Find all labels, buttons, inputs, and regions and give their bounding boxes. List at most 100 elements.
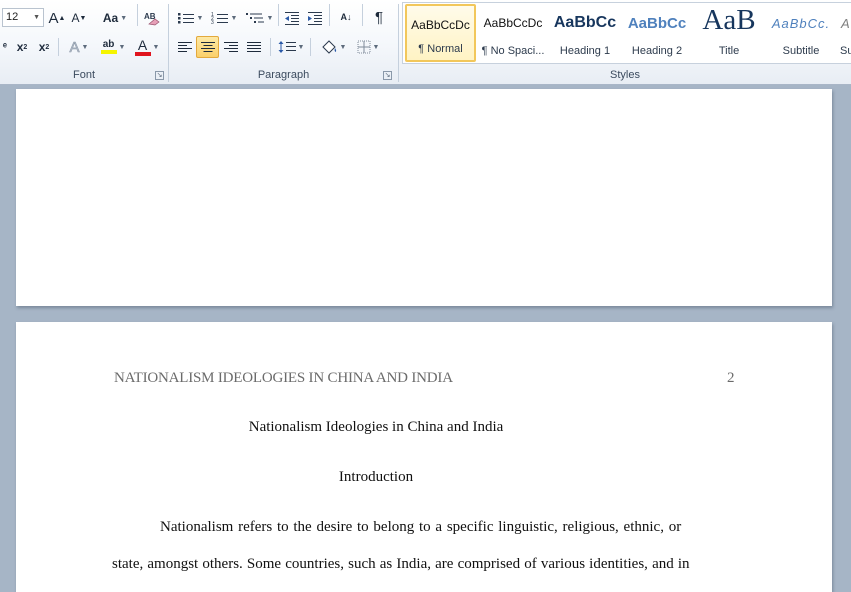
borders-button[interactable]: ▼ [353, 37, 383, 57]
style-name: Heading 1 [559, 45, 611, 57]
align-left-button[interactable] [175, 37, 195, 57]
bullets-button[interactable]: ▼ [175, 8, 205, 28]
font-color-button[interactable]: A ▼ [132, 37, 162, 57]
grow-font-icon: A [48, 9, 59, 27]
strikethrough-button[interactable]: ᵉ [0, 37, 10, 57]
font-color-icon: A [137, 36, 148, 53]
increase-indent-button[interactable] [305, 8, 325, 28]
style-normal[interactable]: AaBbCcDc ¶ Normal [405, 4, 476, 62]
subscript-button[interactable]: x2 [13, 37, 31, 57]
style-sample: AaBbCcDc [411, 18, 470, 32]
divider [329, 4, 330, 26]
style-no-spacing[interactable]: AaBbCcDc ¶ No Spaci... [478, 4, 548, 62]
font-dialog-launcher-icon[interactable]: ↘ [155, 71, 164, 80]
align-right-button[interactable] [221, 37, 241, 57]
multilevel-list-button[interactable]: ▼ [243, 8, 275, 28]
subscript-icon: x [16, 40, 24, 54]
align-center-icon [200, 42, 215, 52]
decrease-indent-button[interactable] [282, 8, 302, 28]
font-color-swatch [134, 51, 151, 56]
align-center-button[interactable] [196, 36, 219, 58]
multilevel-list-icon [245, 13, 264, 23]
style-sample: A [841, 16, 850, 31]
line-spacing-button[interactable]: ▼ [276, 37, 306, 57]
style-subtle-emphasis[interactable]: A Su [838, 4, 851, 62]
border-grid-icon [357, 40, 371, 54]
divider [270, 38, 271, 56]
style-heading-1[interactable]: AaBbCc Heading 1 [550, 4, 620, 62]
section-heading: Introduction [338, 469, 414, 485]
shading-button[interactable]: ▼ [317, 37, 349, 57]
shrink-font-icon: A [71, 11, 80, 25]
font-size-combo[interactable]: 12 ▼ [2, 8, 44, 27]
clear-formatting-button[interactable]: AB [141, 8, 163, 28]
superscript-button[interactable]: x2 [35, 37, 53, 57]
style-name: Subtitle [782, 45, 820, 57]
paragraph-dialog-launcher-icon[interactable]: ↘ [383, 71, 392, 80]
style-title[interactable]: AaB Title [694, 4, 764, 62]
clear-formatting-icon: AB [144, 12, 160, 26]
strikethrough-icon: ᵉ [2, 41, 8, 53]
divider [137, 4, 138, 26]
paint-bucket-icon [321, 40, 336, 54]
divider [278, 4, 279, 26]
change-case-icon: Aa [102, 11, 119, 25]
pilcrow-icon: ¶ [374, 8, 384, 26]
change-case-button[interactable]: Aa ▼ [100, 8, 130, 28]
style-sample: AaBbCc [553, 14, 617, 31]
numbering-button[interactable]: 1 2 3 ▼ [209, 8, 239, 28]
highlight-button[interactable]: ab ▼ [97, 37, 129, 57]
style-name: ¶ Normal [418, 43, 463, 55]
paragraph-line: Nationalism refers to the desire to belo… [160, 519, 682, 535]
ribbon: 12 ▼ A ▲ A ▼ Aa ▼ AB ᵉ x2 x2 A ▼ ab ▼ A … [0, 0, 851, 85]
decrease-indent-icon [285, 12, 299, 25]
font-group-label: Font [72, 69, 95, 81]
svg-text:3: 3 [211, 20, 214, 25]
chevron-down-icon[interactable]: ▼ [33, 9, 40, 26]
justify-button[interactable] [244, 37, 264, 57]
align-left-icon [178, 42, 192, 52]
font-group: 12 ▼ A ▲ A ▼ Aa ▼ AB ᵉ x2 x2 A ▼ ab ▼ A … [0, 0, 168, 84]
page-2[interactable]: NATIONALISM IDEOLOGIES IN CHINA AND INDI… [16, 322, 832, 592]
shrink-font-button[interactable]: A ▼ [69, 8, 89, 28]
line-spacing-icon [278, 41, 296, 53]
justify-icon [247, 42, 261, 52]
divider [310, 38, 311, 56]
paragraph-group-label: Paragraph [257, 69, 310, 81]
sort-icon: A↓ [340, 12, 352, 22]
style-name: Heading 2 [631, 45, 683, 57]
page-number: 2 [727, 370, 735, 386]
superscript-mark: 2 [45, 43, 50, 51]
paragraph-line: state, amongst others. Some countries, s… [112, 556, 690, 572]
style-heading-2[interactable]: AaBbCc Heading 2 [622, 4, 692, 62]
subscript-mark: 2 [23, 43, 28, 51]
running-head: NATIONALISM IDEOLOGIES IN CHINA AND INDI… [114, 370, 453, 386]
bullet-list-icon [177, 13, 194, 24]
divider [362, 4, 363, 26]
text-effects-button[interactable]: A ▼ [64, 37, 94, 57]
style-sample: AaBbCc [627, 15, 687, 32]
align-right-icon [224, 42, 238, 52]
paper-title: Nationalism Ideologies in China and Indi… [248, 419, 504, 435]
grow-font-button[interactable]: A ▲ [47, 8, 67, 28]
style-sample: AaB [702, 4, 756, 36]
style-name: ¶ No Spaci... [481, 45, 545, 57]
style-name: Title [718, 45, 740, 57]
show-hide-marks-button[interactable]: ¶ [369, 7, 389, 27]
text-effects-icon: A [69, 38, 80, 56]
style-name: Su [840, 45, 851, 57]
increase-indent-icon [308, 12, 322, 25]
superscript-icon: x [38, 40, 46, 54]
numbered-list-icon: 1 2 3 [211, 12, 228, 25]
divider [58, 38, 59, 56]
highlighter-icon: ab [102, 39, 115, 50]
paragraph-group: ▼ 1 2 3 ▼ ▼ A↓ ¶ ▼ ▼ ▼ Paragraph ↘ [169, 0, 398, 84]
style-sample: AaBbCc. [771, 16, 831, 31]
styles-gallery: AaBbCcDc ¶ Normal AaBbCcDc ¶ No Spaci...… [402, 2, 851, 64]
sort-button[interactable]: A↓ [335, 7, 357, 27]
highlight-color-swatch [100, 50, 117, 54]
style-sample: AaBbCcDc [483, 16, 543, 30]
style-subtitle[interactable]: AaBbCc. Subtitle [766, 4, 836, 62]
page-1[interactable] [16, 89, 832, 306]
styles-group-label: Styles [610, 69, 640, 81]
